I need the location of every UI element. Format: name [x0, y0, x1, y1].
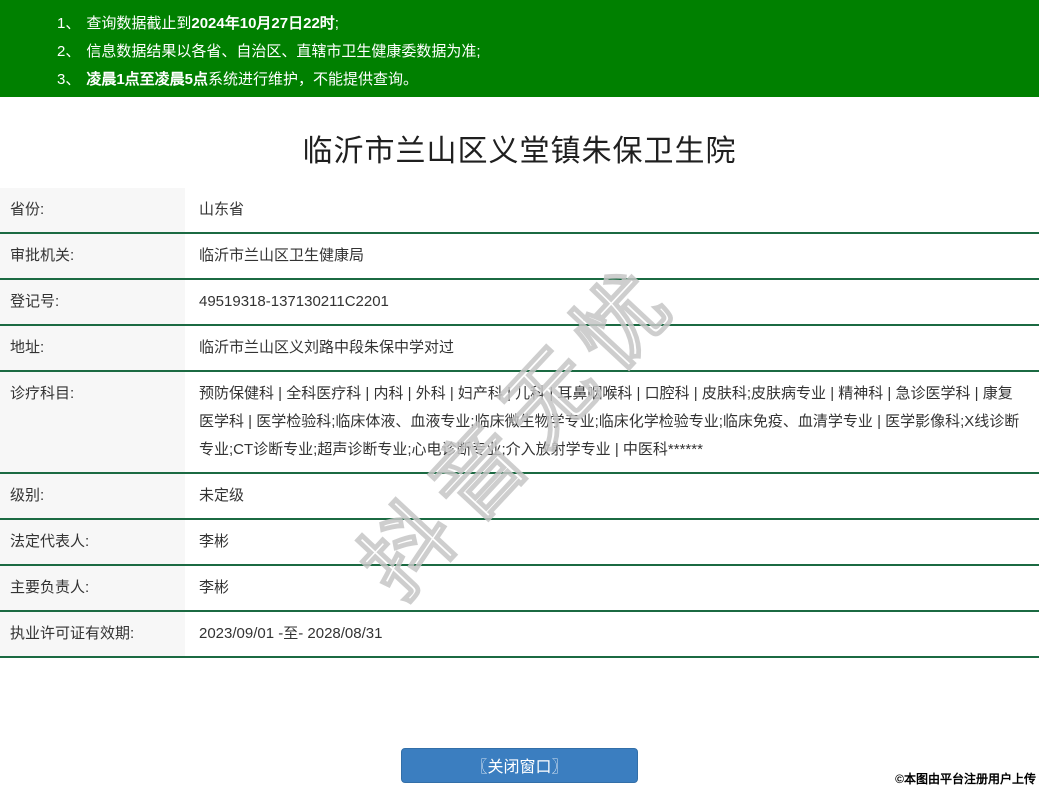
row-label: 地址:	[0, 326, 185, 370]
row-value: 临沂市兰山区卫生健康局	[199, 247, 365, 264]
row-label: 诊疗科目:	[0, 372, 185, 472]
query-result-page: { "notice": { "items": [ {"num": "1、", "…	[0, 0, 1039, 791]
table-row-main-person-in-charge: 主要负责人: 李彬	[0, 566, 1039, 612]
notice-line-bold-text: 凌晨1点至凌晨5点	[86, 71, 209, 88]
notice-line-text: 信息数据结果以各省、自治区、直辖市卫生健康委数据为准;	[86, 43, 481, 60]
upload-copyright-note: ©本图由平台注册用户上传	[895, 772, 1036, 786]
row-label: 主要负责人:	[0, 566, 185, 610]
row-label: 登记号:	[0, 280, 185, 324]
close-window-button[interactable]: 〖关闭窗口〗	[401, 748, 638, 783]
notice-line-text-post: 系统进行维护，不能提供查询。	[208, 71, 419, 88]
row-label: 省份:	[0, 188, 185, 232]
row-label: 审批机关:	[0, 234, 185, 278]
table-row-province: 省份: 山东省	[0, 188, 1039, 234]
table-row-license-validity-period: 执业许可证有效期: 2023/09/01 -至- 2028/08/31	[0, 612, 1039, 658]
row-label: 执业许可证有效期:	[0, 612, 185, 656]
button-row: 〖关闭窗口〗	[0, 748, 1039, 783]
notice-line-number: 2、	[57, 43, 81, 60]
page-title: 临沂市兰山区义堂镇朱保卫生院	[302, 135, 737, 168]
row-value: 49519318-137130211C2201	[199, 293, 389, 310]
institution-info-table: 省份: 山东省 审批机关: 临沂市兰山区卫生健康局 登记号: 49519318-…	[0, 188, 1039, 658]
row-value: 临沂市兰山区义刘路中段朱保中学对过	[199, 339, 455, 356]
row-value: 山东省	[199, 201, 245, 218]
notice-banner: 1、 查询数据截止到2024年10月27日22时; 2、 信息数据结果以各省、自治区…	[0, 0, 1039, 97]
table-row-legal-representative: 法定代表人: 李彬	[0, 520, 1039, 566]
row-value: 预防保健科 | 全科医疗科 | 内科 | 外科 | 妇产科 | 儿科 | 耳鼻咽…	[199, 385, 1020, 458]
notice-line-number: 1、	[57, 15, 81, 32]
notice-line-2: 2、 信息数据结果以各省、自治区、直辖市卫生健康委数据为准;	[57, 38, 1039, 66]
table-row-level: 级别: 未定级	[0, 474, 1039, 520]
table-row-medical-departments: 诊疗科目: 预防保健科 | 全科医疗科 | 内科 | 外科 | 妇产科 | 儿科…	[0, 372, 1039, 474]
row-value: 李彬	[199, 579, 230, 596]
notice-line-text: 查询数据截止到	[86, 15, 192, 32]
notice-line-bold-text: 2024年10月27日22时	[191, 15, 335, 32]
notice-line-3: 3、 凌晨1点至凌晨5点系统进行维护，不能提供查询。	[57, 66, 1039, 94]
table-row-registration-number: 登记号: 49519318-137130211C2201	[0, 280, 1039, 326]
notice-line-1: 1、 查询数据截止到2024年10月27日22时;	[57, 10, 1039, 38]
table-row-address: 地址: 临沂市兰山区义刘路中段朱保中学对过	[0, 326, 1039, 372]
notice-line-text-post: ;	[334, 15, 339, 32]
row-value: 2023/09/01 -至- 2028/08/31	[199, 625, 383, 642]
table-row-approval-authority: 审批机关: 临沂市兰山区卫生健康局	[0, 234, 1039, 280]
row-label: 法定代表人:	[0, 520, 185, 564]
row-label: 级别:	[0, 474, 185, 518]
notice-line-number: 3、	[57, 71, 81, 88]
row-value: 李彬	[199, 533, 230, 550]
row-value: 未定级	[199, 487, 245, 504]
